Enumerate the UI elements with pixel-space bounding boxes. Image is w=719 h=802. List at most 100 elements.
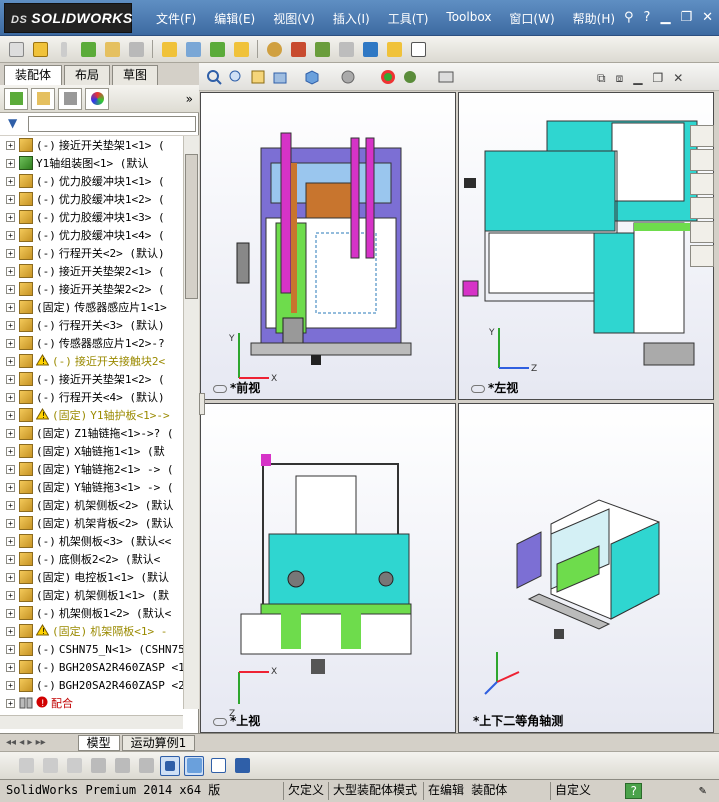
scene-icon[interactable] [401,68,419,86]
mass-properties-icon[interactable] [384,39,404,59]
zoom-area-icon[interactable] [227,68,245,86]
component-icon[interactable] [78,39,98,59]
expand-toggle-icon[interactable]: + [6,680,15,690]
close-icon[interactable]: ✕ [702,10,713,25]
filter-input[interactable] [28,116,196,132]
menu-toolbox[interactable]: Toolbox [437,10,500,27]
view-orientation-icon[interactable] [303,68,321,86]
file-explorer-icon[interactable] [690,197,714,219]
tree-item[interactable]: +! (固定) 机架隔板<1> - [0,622,183,640]
tree-item[interactable]: + (固定) Y轴链拖2<1> -> ( [0,460,183,478]
minimize-icon[interactable]: ▁ [660,10,670,25]
expand-toggle-icon[interactable]: + [6,464,15,474]
expand-toggle-icon[interactable]: + [6,374,15,384]
expand-toggle-icon[interactable]: + [6,518,15,528]
tile-views-icon[interactable]: ⧈ [616,71,624,86]
expand-toggle-icon[interactable]: + [6,590,15,600]
expand-toggle-icon[interactable]: + [6,176,15,186]
graphics-area[interactable]: ⧉ ⧈ ▁ ❐ ✕ Y X *前视 Y Z *左视 Z X *上视 *上下二等角… [199,63,719,733]
grid-icon[interactable] [88,756,108,776]
view-settings-icon[interactable] [437,68,455,86]
tree-item[interactable]: + (-) 优力胶缓冲块1<3> ( [0,208,183,226]
expand-toggle-icon[interactable]: + [6,230,15,240]
expand-toggle-icon[interactable]: + [6,428,15,438]
tree-item[interactable]: + (-) 底侧板2<2> (默认< [0,550,183,568]
expand-toggle-icon[interactable]: + [6,644,15,654]
smart-dimension-icon[interactable] [40,756,60,776]
move-icon[interactable] [126,39,146,59]
expand-toggle-icon[interactable]: + [6,572,15,582]
tree-item[interactable]: + (-) 接近开关垫架2<1> ( [0,262,183,280]
tree-item[interactable]: +! (-) 接近开关接触块2< [0,352,183,370]
tree-item[interactable]: + (-) BGH20SA2R460ZASP <2 [0,676,183,694]
expand-toggle-icon[interactable]: + [6,284,15,294]
tree-item[interactable]: + (-) 机架侧板1<2> (默认< [0,604,183,622]
tree-item[interactable]: + (-) 优力胶缓冲块1<2> ( [0,190,183,208]
appearances-icon[interactable] [690,221,714,243]
tree-item[interactable]: + (固定) 机架侧板<2> (默认 [0,496,183,514]
previous-view-icon[interactable] [249,68,267,86]
pane-minimize-icon[interactable]: ▁ [633,71,642,86]
expand-toggle-icon[interactable]: + [6,212,15,222]
viewport-top[interactable]: Z X *上视 [200,403,456,733]
relations-icon[interactable] [136,756,156,776]
expand-toggle-icon[interactable]: + [6,392,15,402]
collapse-handle[interactable] [199,393,205,415]
display-style-icon[interactable] [339,68,357,86]
display-manager-icon[interactable] [85,87,109,110]
expand-toggle-icon[interactable]: + [6,266,15,276]
tree-item[interactable]: + (-) 行程开关<2> (默认) [0,244,183,262]
menu-view[interactable]: 视图(V) [264,10,324,27]
insert-icon[interactable] [102,39,122,59]
viewport-left[interactable]: Y Z *左视 [458,92,714,400]
expand-toggle-icon[interactable]: + [6,626,15,636]
pin-icon[interactable]: ⚲ [624,10,634,25]
box-view-icon[interactable] [184,755,204,776]
tree-vertical-scrollbar[interactable] [183,136,199,709]
reference-geometry-icon[interactable] [183,39,203,59]
expand-toggle-icon[interactable]: + [6,338,15,348]
appearance-icon[interactable] [379,68,397,86]
expand-toggle-icon[interactable]: + [6,194,15,204]
tree-item[interactable]: + (-) 优力胶缓冲块1<4> ( [0,226,183,244]
menu-tools[interactable]: 工具(T) [379,10,438,27]
tree-item[interactable]: + (-) 行程开关<3> (默认) [0,316,183,334]
tree-item[interactable]: + (固定) 传感器感应片1<1> [0,298,183,316]
expand-toggle-icon[interactable]: + [6,554,15,564]
tree-horizontal-scrollbar[interactable] [0,715,183,729]
expand-toggle-icon[interactable]: + [6,140,15,150]
menu-window[interactable]: 窗口(W) [500,10,563,27]
expand-toggle-icon[interactable]: + [6,356,15,366]
save-view-icon[interactable] [232,756,252,776]
tab-scroll-arrows[interactable]: ◂◂ ◂ ▸ ▸▸ [6,737,46,748]
pane-restore-icon[interactable]: ❐ [652,71,663,86]
tree-item[interactable]: + (固定) Y轴链拖3<1> -> ( [0,478,183,496]
expand-toggle-icon[interactable]: + [6,500,15,510]
interference-icon[interactable] [288,39,308,59]
tree-item[interactable]: + (固定) 电控板1<1> (默认 [0,568,183,586]
open-icon[interactable] [30,39,50,59]
rebuild-icon[interactable] [312,39,332,59]
smart-fastener-icon[interactable] [207,39,227,59]
tab-sketch[interactable]: 草图 [112,65,159,85]
menu-help[interactable]: 帮助(H) [564,10,624,27]
tab-motion-study[interactable]: 运动算例1 [121,734,196,751]
new-doc-icon[interactable] [6,39,26,59]
section-view-icon[interactable] [271,68,289,86]
tree-item[interactable]: + (-) CSHN75_N<1> (CSHN75 [0,640,183,658]
tree-item[interactable]: + (-) 机架侧板<3> (默认<< [0,532,183,550]
tab-assembly[interactable]: 装配体 [4,65,63,85]
zoom-fit-icon[interactable] [205,68,223,86]
pin-tool-icon[interactable] [54,39,74,59]
config-manager-icon[interactable] [58,87,82,110]
tree-item[interactable]: + (-) 接近开关垫架2<2> ( [0,280,183,298]
tree-item[interactable]: + (-) 传感器感应片1<2>-? [0,334,183,352]
tree-item[interactable]: +! (固定) Y1轴护板<1>-> [0,406,183,424]
tree-item[interactable]: +! 配合 [0,694,183,709]
link-views-icon[interactable]: ⧉ [597,71,606,86]
expand-toggle-icon[interactable]: + [6,410,15,420]
restore-icon[interactable]: ❐ [680,10,692,25]
filter-icon[interactable]: ▼ [8,116,17,130]
tab-layout[interactable]: 布局 [64,65,111,85]
expand-toggle-icon[interactable]: + [6,536,15,546]
